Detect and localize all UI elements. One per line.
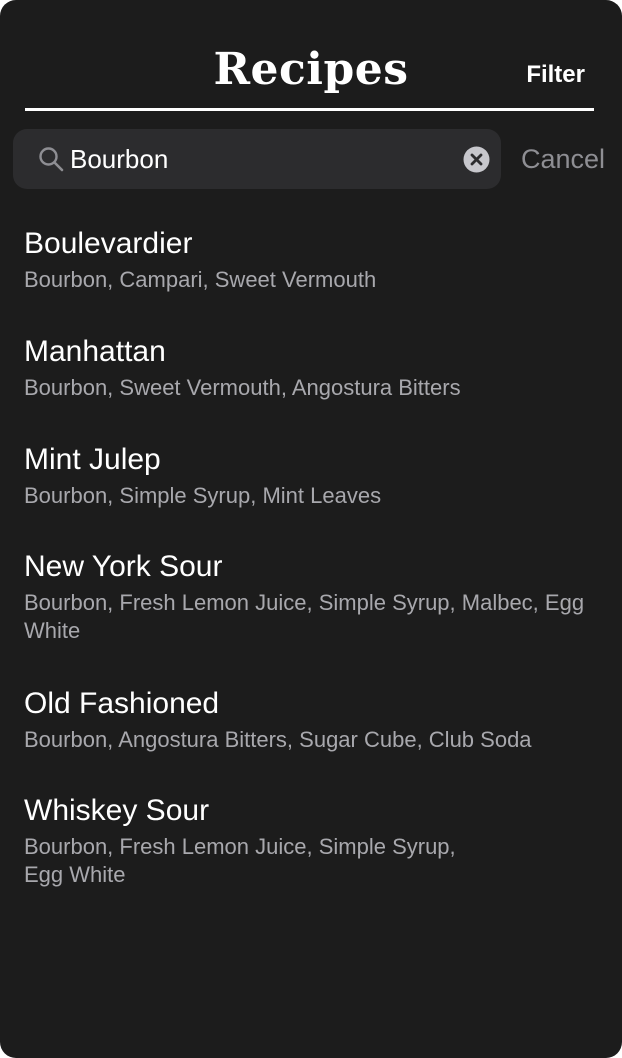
recipe-item-boulevardier[interactable]: Boulevardier Bourbon, Campari, Sweet Ver… bbox=[24, 226, 594, 294]
recipe-name: Old Fashioned bbox=[24, 687, 220, 720]
recipe-name: Manhattan bbox=[24, 335, 166, 368]
search-icon bbox=[39, 147, 64, 172]
recipe-item-whiskey-sour[interactable]: Whiskey Sour Bourbon, Fresh Lemon Juice,… bbox=[24, 793, 594, 889]
recipe-ingredients: Bourbon, Angostura Bitters, Sugar Cube, … bbox=[24, 727, 532, 752]
recipes-screen: Recipes Filter Bourbon Cancel Boulevardi… bbox=[0, 0, 622, 1058]
recipe-ingredients: Bourbon, Sweet Vermouth, Angostura Bitte… bbox=[24, 375, 461, 400]
header-divider bbox=[25, 108, 594, 111]
recipe-item-manhattan[interactable]: Manhattan Bourbon, Sweet Vermouth, Angos… bbox=[24, 334, 594, 402]
recipe-item-mint-julep[interactable]: Mint Julep Bourbon, Simple Syrup, Mint L… bbox=[24, 442, 594, 510]
recipe-ingredients: Bourbon, Campari, Sweet Vermouth bbox=[24, 267, 377, 292]
filter-button[interactable]: Filter bbox=[526, 60, 585, 90]
recipe-name: Boulevardier bbox=[24, 227, 193, 260]
recipe-ingredients: Bourbon, Fresh Lemon Juice, Simple Syrup… bbox=[24, 834, 456, 887]
recipe-name: Mint Julep bbox=[24, 443, 161, 476]
recipe-ingredients: Bourbon, Simple Syrup, Mint Leaves bbox=[24, 483, 382, 508]
recipe-name: Whiskey Sour bbox=[24, 794, 210, 827]
recipe-ingredients: Bourbon, Fresh Lemon Juice, Simple Syrup… bbox=[24, 590, 585, 643]
recipe-item-old-fashioned[interactable]: Old Fashioned Bourbon, Angostura Bitters… bbox=[24, 686, 594, 754]
recipe-item-new-york-sour[interactable]: New York Sour Bourbon, Fresh Lemon Juice… bbox=[24, 549, 594, 645]
search-bar: Bourbon Cancel bbox=[0, 129, 622, 189]
search-input[interactable]: Bourbon bbox=[13, 129, 501, 189]
search-value[interactable]: Bourbon bbox=[70, 143, 168, 175]
cancel-button[interactable]: Cancel bbox=[521, 143, 605, 175]
recipe-name: New York Sour bbox=[24, 550, 223, 583]
clear-icon[interactable] bbox=[463, 146, 490, 173]
header: Recipes Filter bbox=[0, 0, 622, 112]
